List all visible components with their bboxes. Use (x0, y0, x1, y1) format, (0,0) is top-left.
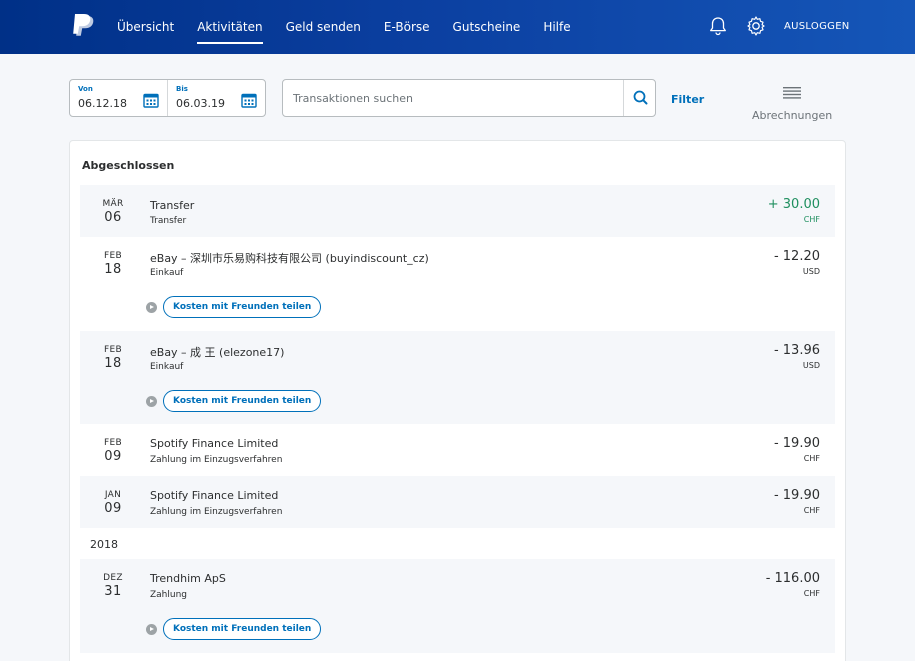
transaction-currency: CHF (803, 506, 820, 515)
transaction-amount: - 12.20 (773, 249, 820, 264)
transaction-month: DEZ (103, 573, 123, 583)
transaction-row[interactable]: FEB 09 Spotify Finance Limited Zahlung i… (80, 424, 835, 476)
bell-icon[interactable] (707, 15, 729, 37)
transaction-row[interactable]: JAN 09 Spotify Finance Limited Zahlung i… (80, 476, 835, 528)
date-from-field[interactable]: Von 06.12.18 (70, 80, 167, 116)
gear-icon[interactable] (745, 15, 767, 37)
play-arrow-icon (146, 623, 157, 635)
share-cost-button[interactable]: Kosten mit Freunden teilen (163, 618, 322, 640)
date-from-value: 06.12.18 (78, 97, 127, 110)
share-cost-button[interactable]: Kosten mit Freunden teilen (163, 390, 322, 412)
transaction-day: 06 (104, 210, 122, 225)
date-range-picker: Von 06.12.18 Bis 06.03.19 (69, 79, 266, 117)
menu-lines-icon (783, 87, 801, 99)
transaction-day: 09 (104, 501, 122, 516)
transaction-day: 18 (104, 262, 122, 277)
transaction-month: FEB (104, 438, 122, 448)
section-title-completed: Abgeschlossen (82, 159, 175, 172)
transaction-row[interactable]: FEB 18 eBay – 成 王 (elezone17) Einkauf - … (80, 331, 835, 424)
nav-activities[interactable]: Aktivitäten (197, 20, 264, 44)
transaction-month: JAN (104, 490, 122, 500)
share-cost-group: Kosten mit Freunden teilen (146, 296, 322, 318)
date-to-field[interactable]: Bis 06.03.19 (167, 80, 265, 116)
transaction-month: FEB (104, 345, 122, 355)
logout-link[interactable]: AUSLOGGEN (784, 21, 850, 32)
transaction-type: Zahlung im Einzugsverfahren (150, 507, 283, 517)
nav-help[interactable]: Hilfe (543, 20, 570, 34)
transaction-day: 09 (104, 449, 122, 464)
calendar-icon[interactable] (143, 92, 159, 108)
transaction-type: Transfer (150, 216, 187, 226)
transaction-amount: + 30.00 (767, 197, 820, 212)
share-cost-button[interactable]: Kosten mit Freunden teilen (163, 296, 322, 318)
transaction-month: MÄR (102, 199, 124, 209)
transaction-currency: USD (802, 267, 820, 276)
transaction-type: Einkauf (150, 362, 184, 372)
transaction-row[interactable]: DEZ 31 Trendhim ApS Zahlung - 116.00 CHF… (80, 559, 835, 653)
transaction-amount: - 13.96 (773, 343, 820, 358)
date-from-label: Von (78, 85, 93, 93)
main-nav: Übersicht Aktivitäten Geld senden E-Börs… (117, 0, 594, 54)
transaction-month: FEB (104, 251, 122, 261)
transaction-name: eBay – 深圳市乐易购科技有限公司 (buyindiscount_cz) (150, 252, 429, 265)
date-to-value: 06.03.19 (176, 97, 225, 110)
date-to-label: Bis (176, 85, 188, 93)
paypal-logo[interactable] (72, 14, 96, 40)
transaction-day: 31 (104, 584, 122, 599)
search-input[interactable] (283, 80, 623, 116)
transaction-name: Transfer (150, 199, 195, 212)
nav-send-money[interactable]: Geld senden (286, 20, 361, 34)
filter-button[interactable]: Filter (671, 93, 704, 106)
year-heading: 2018 (90, 538, 118, 551)
top-header: Übersicht Aktivitäten Geld senden E-Börs… (0, 0, 915, 54)
transaction-amount: - 116.00 (765, 571, 820, 586)
transaction-amount: - 19.90 (773, 488, 820, 503)
statements-label: Abrechnungen (752, 109, 833, 122)
transaction-name: Trendhim ApS (150, 572, 226, 585)
transaction-currency: CHF (803, 215, 820, 224)
share-cost-group: Kosten mit Freunden teilen (146, 618, 322, 640)
transaction-name: Spotify Finance Limited (150, 437, 279, 450)
transaction-name: eBay – 成 王 (elezone17) (150, 346, 285, 359)
play-arrow-icon (146, 301, 157, 313)
statements-button[interactable]: Abrechnungen (752, 84, 832, 122)
transaction-type: Einkauf (150, 268, 184, 278)
transaction-search (282, 79, 656, 117)
search-icon (633, 90, 648, 105)
transaction-currency: USD (802, 361, 820, 370)
search-button[interactable] (623, 80, 656, 116)
transaction-currency: CHF (803, 589, 820, 598)
transaction-type: Zahlung (150, 590, 188, 600)
activity-card: Abgeschlossen MÄR 06 Transfer Transfer +… (69, 140, 846, 661)
transaction-type: Zahlung im Einzugsverfahren (150, 455, 283, 465)
share-cost-group: Kosten mit Freunden teilen (146, 390, 322, 412)
nav-overview[interactable]: Übersicht (117, 20, 174, 34)
transaction-name: Spotify Finance Limited (150, 489, 279, 502)
play-arrow-icon (146, 395, 157, 407)
calendar-icon[interactable] (241, 92, 257, 108)
transaction-row[interactable]: MÄR 06 Transfer Transfer + 30.00 CHF (80, 185, 835, 237)
transaction-amount: - 19.90 (773, 436, 820, 451)
transaction-row[interactable]: FEB 18 eBay – 深圳市乐易购科技有限公司 (buyindiscoun… (80, 237, 835, 331)
nav-wallet[interactable]: E-Börse (384, 20, 430, 34)
nav-vouchers[interactable]: Gutscheine (453, 20, 521, 34)
transaction-day: 18 (104, 356, 122, 371)
transaction-currency: CHF (803, 454, 820, 463)
